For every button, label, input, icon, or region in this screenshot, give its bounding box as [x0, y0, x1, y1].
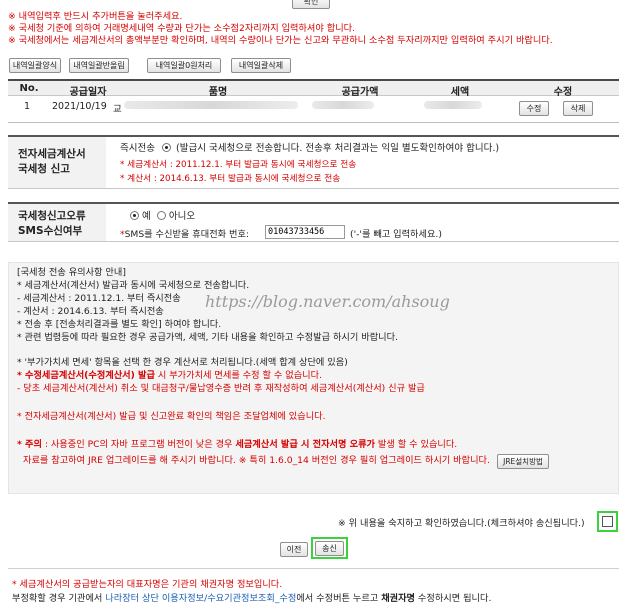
row-item-redacted	[124, 101, 298, 109]
sms-no-label: 아니오	[168, 211, 196, 222]
caution-end: 발생 할 수 있습니다.	[375, 439, 458, 450]
guide-line: * 전송 후 [전송처리결과를 별도 확인] 하여야 합니다.	[17, 319, 222, 330]
user-info-link[interactable]: 나라장터 상단 이용자정보/수요기관정보조회_수정	[105, 593, 296, 604]
footer-line2-end: 수정하시면 됩니다.	[415, 593, 492, 604]
sms-phone-row: *SMS를 수신받을 휴대전화 번호:	[120, 226, 249, 240]
nts-option-row: 즉시전송 (발급시 국세청으로 전송합니다. 전송후 처리결과는 익일 별도확인…	[120, 140, 499, 154]
immediate-send-desc: (발급시 국세청으로 전송합니다. 전송후 처리결과는 익일 별도확인하여야 합…	[176, 143, 500, 154]
guide-modify-bold: * 수정세금계산서(수정계산서) 발급	[17, 370, 155, 381]
nts-note-bill: * 계산서 : 2014.6.13. 부터 발급과 동시에 국세청으로 전송	[120, 174, 341, 184]
footer-line2-pre: 부정확할 경우 기관에서	[12, 593, 106, 604]
bulk-template-button[interactable]: 내역일괄양식	[9, 58, 61, 73]
sms-phone-input[interactable]	[265, 225, 345, 239]
footer-divider	[8, 568, 619, 569]
footer-line2-mid: 에서 수정버튼 누르고	[296, 593, 382, 604]
col-header-tax: 세액	[450, 87, 470, 98]
footer-line2: 부정확할 경우 기관에서 나라장터 상단 이용자정보/수요기관정보조회_수정에서…	[12, 590, 491, 604]
notice-line: ※ 내역입력후 반드시 추가버튼을 눌러주세요.	[8, 11, 183, 22]
col-header-no: No.	[19, 83, 39, 94]
footer-line1: * 세금계산서의 공급받는자의 대표자명은 기관의 채권자명 정보입니다.	[12, 579, 283, 590]
guide-cancel-line: - 당초 세금계산서(계산서) 취소 및 대금청구/물납영수증 반려 후 재작성…	[17, 383, 425, 394]
nts-label-line1: 전자세금계산서	[18, 148, 86, 160]
caution-label: * 주의	[17, 439, 42, 450]
guide-line: * 관련 법령등에 따라 필요한 경우 공급가액, 세액, 기타 내용을 확인하…	[17, 332, 398, 343]
nts-report-label: 전자세금계산서 국세청 신고	[8, 137, 106, 188]
guide-title: [국세청 전송 유의사항 안내]	[17, 267, 126, 278]
row-tax-redacted	[424, 101, 482, 109]
items-table-header: No. 공급일자 품명 공급가액 세액 수정	[8, 79, 619, 98]
nts-report-body: 즉시전송 (발급시 국세청으로 전송합니다. 전송후 처리결과는 익일 별도확인…	[106, 137, 619, 188]
sms-yes-radio[interactable]	[130, 211, 139, 220]
guide-responsibility: * 전자세금계산서(계산서) 발급 및 신고완료 확인의 책임은 조달업체에 있…	[17, 411, 326, 422]
immediate-send-radio[interactable]	[162, 143, 171, 152]
table-bottom-border	[8, 122, 619, 123]
jre-install-button[interactable]: JRE설치방법	[497, 454, 549, 469]
col-header-edit: 수정	[553, 87, 573, 98]
sms-no-radio[interactable]	[156, 211, 166, 220]
sms-yes-label: 예	[142, 211, 151, 222]
sms-phone-label: SMS를 수신받을 휴대전화 번호:	[124, 229, 250, 240]
footer-line2-bold: 채권자명	[381, 593, 415, 604]
nts-note-invoice: * 세금계산서 : 2011.12.1. 부터 발급과 동시에 국세청으로 전송	[120, 160, 357, 170]
caution-bold: 세금계산서 발급 시 전자서명 오류가	[235, 439, 375, 450]
prev-button[interactable]: 이전	[280, 542, 308, 557]
guide-line: - 계산서 : 2014.6.13. 부터 즉시전송	[17, 306, 164, 317]
send-button[interactable]: 송신	[315, 541, 344, 556]
guide-line: * 세금계산서(계산서) 발급과 동시에 국세청으로 전송합니다.	[17, 280, 250, 291]
confirm-checkbox[interactable]	[602, 516, 613, 527]
row-no: 1	[24, 101, 31, 112]
guide-caution-line: * 주의 : 사용중인 PC의 자바 프로그램 버전이 낮은 경우 세금계산서 …	[17, 439, 457, 450]
blog-watermark: https://blog.naver.com/ahsoug	[205, 292, 450, 311]
row-edit-button[interactable]: 수정	[519, 101, 549, 116]
guide-modify-line: * 수정세금계산서(수정계산서) 발급 시 부가가치세 면세를 수정 할 수 없…	[17, 370, 322, 381]
notice-line: ※ 국세청에서는 세금계산서의 총액부분만 확인하며, 내역의 수량이나 단가는…	[8, 35, 553, 46]
sms-label-line2: SMS수신여부	[18, 225, 83, 237]
sms-label-line1: 국세청신고오류	[18, 210, 86, 222]
confirm-top-button[interactable]: 확인	[292, 0, 330, 9]
row-supply-redacted	[312, 101, 374, 109]
guide-jre-line: 자료를 참고하여 JRE 업그레이드를 해 주시기 바랍니다. ※ 특히 1.6…	[23, 455, 490, 466]
bulk-round-button[interactable]: 내역일괄반올림	[69, 58, 129, 73]
caution-text: : 사용중인 PC의 자바 프로그램 버전이 낮은 경우	[41, 439, 236, 450]
sms-phone-hint: ('-'를 빼고 입력하세요.)	[350, 229, 442, 240]
sms-label: 국세청신고오류 SMS수신여부	[8, 204, 106, 241]
col-header-item: 품명	[208, 87, 228, 98]
row-item: 교	[113, 104, 122, 115]
guide-line: - 세금계산서 : 2011.12.1. 부터 즉시전송	[17, 293, 181, 304]
row-date: 2021/10/19	[52, 101, 107, 112]
row-delete-button[interactable]: 삭제	[563, 101, 593, 116]
nts-report-section: 전자세금계산서 국세청 신고 즉시전송 (발급시 국세청으로 전송합니다. 전송…	[8, 135, 619, 189]
col-header-date: 공급일자	[69, 87, 107, 98]
sms-section: 국세청신고오류 SMS수신여부 예 아니오 *SMS를 수신받을 휴대전화 번호…	[8, 202, 619, 242]
nts-label-line2: 국세청 신고	[18, 163, 70, 175]
immediate-send-label: 즉시전송	[120, 143, 155, 154]
sms-radio-row: 예 아니오	[130, 208, 195, 222]
sms-body: 예 아니오 *SMS를 수신받을 휴대전화 번호: ('-'를 빼고 입력하세요…	[106, 204, 619, 241]
guide-vat-line: * '부가가치세 면세' 항목을 선택 한 경우 계산서로 처리됩니다.(세액 …	[17, 357, 348, 368]
bulk-delete-button[interactable]: 내역일괄삭제	[231, 58, 291, 73]
col-header-supply: 공급가액	[341, 87, 379, 98]
confirm-text: ※ 위 내용을 숙지하고 확인하였습니다.(체크하셔야 송신됩니다.)	[338, 518, 585, 529]
notice-line: ※ 국세청 기준에 의하여 거래명세내역 수량과 단가는 소수점2자리까지 입력…	[8, 23, 356, 34]
bulk-zero-button[interactable]: 내역일괄0원처리	[147, 58, 221, 73]
guide-modify-rest: 시 부가가치세 면세를 수정 할 수 없습니다.	[154, 370, 322, 381]
